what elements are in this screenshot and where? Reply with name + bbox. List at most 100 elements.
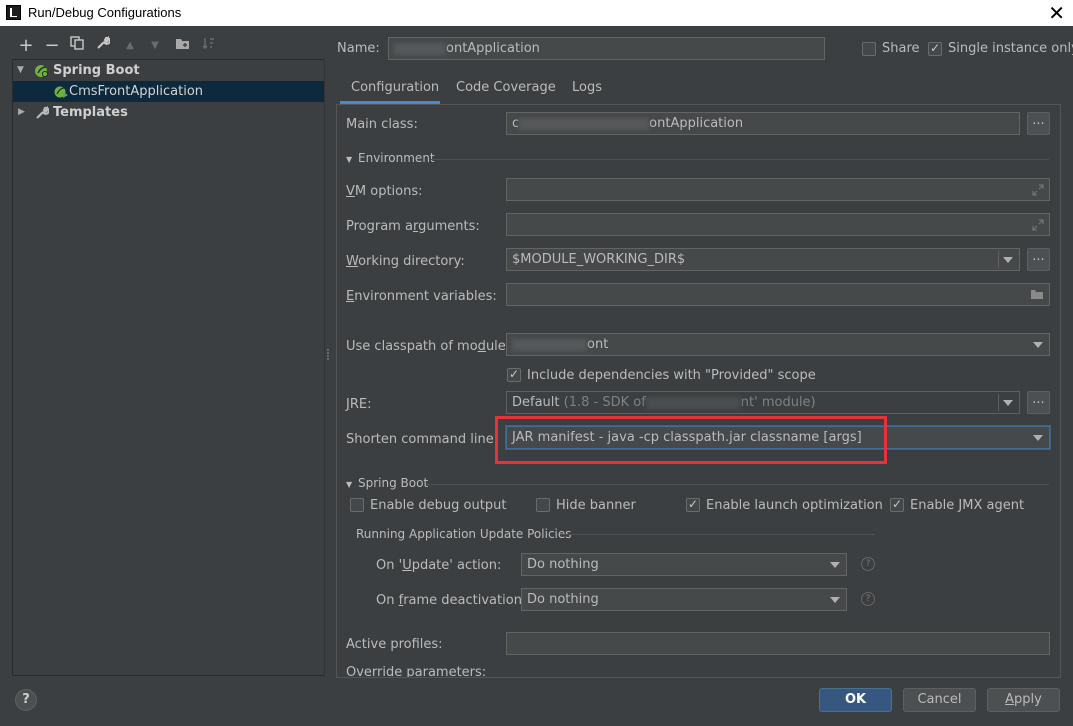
tree-label-cms-front-application: CmsFrontApplication [69, 84, 204, 99]
move-up-icon[interactable]: ▲ [121, 36, 139, 56]
main-class-label: Main class: [346, 117, 418, 132]
tab-logs[interactable]: Logs [572, 80, 602, 104]
wrench-icon [35, 105, 50, 127]
classpath-module-label: Use classpath of module: [346, 339, 511, 354]
section-divider [560, 534, 875, 535]
chevron-down-icon[interactable] [830, 562, 840, 568]
main-class-field[interactable]: c ontApplication [506, 112, 1020, 135]
hide-banner-checkbox[interactable] [536, 498, 550, 512]
tab-configuration[interactable]: Configuration [340, 80, 440, 104]
tab-code-coverage[interactable]: Code Coverage [456, 80, 556, 104]
chevron-down-icon[interactable] [1033, 342, 1043, 348]
active-profiles-label: Active profiles: [346, 637, 443, 652]
environment-collapse-icon[interactable]: ▼ [346, 155, 352, 164]
tree-node-spring-boot[interactable]: ▼ Spring Boot [13, 60, 324, 81]
blurred-redaction [512, 338, 587, 351]
tree-label-templates: Templates [53, 105, 128, 120]
tree-node-templates[interactable]: ▶ Templates [13, 102, 324, 123]
enable-debug-output-label: Enable debug output [370, 498, 507, 513]
main-class-value: ontApplication [649, 116, 744, 131]
configuration-tree[interactable]: ▼ Spring Boot CmsFrontApplication ▶ Temp… [12, 59, 325, 676]
working-directory-field[interactable]: $MODULE_WORKING_DIR$ [506, 248, 1020, 271]
folder-icon[interactable] [1030, 289, 1044, 304]
tree-label-spring-boot: Spring Boot [53, 63, 140, 78]
vm-options-label: VM options: [346, 184, 423, 199]
apply-label: pply [1014, 692, 1042, 707]
blurred-redaction [519, 117, 650, 130]
working-directory-value: $MODULE_WORKING_DIR$ [512, 252, 686, 267]
on-frame-deactivation-label: On frame deactivation: [376, 593, 527, 608]
name-value: ontApplication [446, 41, 540, 56]
enable-debug-output-checkbox[interactable] [350, 498, 364, 512]
intellij-app-icon [6, 5, 21, 20]
program-arguments-field[interactable] [506, 213, 1050, 236]
splitter-handle[interactable] [326, 348, 330, 362]
enable-jmx-agent-label: Enable JMX agent [910, 498, 1025, 513]
section-divider [426, 484, 1049, 485]
single-instance-checkbox[interactable] [928, 41, 942, 56]
include-dependencies-label: Include dependencies with "Provided" sco… [527, 368, 816, 383]
enable-launch-optimization-label: Enable launch optimization [706, 498, 883, 513]
chevron-down-icon[interactable] [1033, 435, 1043, 441]
chevron-down-icon[interactable] [830, 597, 840, 603]
enable-launch-optimization-checkbox[interactable] [686, 497, 700, 512]
configuration-panel: Main class: c ontApplication ... ▼ Enviro… [336, 104, 1061, 678]
update-policies-title: Running Application Update Policies [356, 527, 572, 541]
main-class-prefix: c [512, 116, 520, 131]
classpath-module-dropdown[interactable]: ont [506, 333, 1050, 356]
help-button[interactable]: ? [15, 689, 37, 711]
on-update-action-value: Do nothing [527, 557, 599, 572]
remove-configuration-button[interactable]: − [43, 36, 61, 56]
sort-icon[interactable] [199, 36, 217, 56]
cancel-button[interactable]: Cancel [903, 688, 976, 712]
chevron-down-icon[interactable] [1003, 400, 1013, 406]
main-class-browse-button[interactable]: ... [1027, 112, 1050, 135]
blurred-redaction [645, 396, 741, 409]
ok-button[interactable]: OK [819, 688, 892, 712]
chevron-down-icon[interactable] [1003, 257, 1013, 263]
jre-value: Default [512, 395, 560, 410]
add-configuration-button[interactable]: + [17, 36, 35, 56]
jre-detail-b: nt' module) [740, 395, 816, 410]
section-divider [431, 159, 1049, 160]
name-field[interactable]: ontApplication [388, 37, 825, 60]
shorten-command-line-label: Shorten command line: [346, 432, 499, 447]
collapse-arrow-icon[interactable]: ▶ [18, 102, 25, 123]
help-question-icon[interactable]: ? [861, 557, 875, 571]
hide-banner-label: Hide banner [556, 498, 636, 513]
title-bar: Run/Debug Configurations ✕ [0, 0, 1073, 26]
share-checkbox[interactable] [862, 42, 876, 56]
wrench-icon[interactable] [94, 35, 112, 56]
close-icon[interactable]: ✕ [1048, 1, 1065, 25]
share-label: Share [882, 41, 920, 56]
override-parameters-label: Override parameters: [346, 665, 487, 678]
enable-jmx-agent-checkbox[interactable] [890, 497, 904, 512]
highlight-annotation-box [495, 416, 887, 464]
expand-arrow-icon[interactable]: ▼ [17, 60, 24, 81]
window-title: Run/Debug Configurations [28, 5, 182, 20]
expand-field-icon[interactable] [1032, 219, 1044, 231]
spring-boot-collapse-icon[interactable]: ▼ [346, 480, 352, 489]
tree-node-cms-front-application[interactable]: CmsFrontApplication [13, 81, 324, 102]
vm-options-field[interactable] [506, 178, 1050, 201]
environment-section-title: Environment [358, 151, 435, 165]
single-instance-label: Single instance only [948, 41, 1073, 56]
include-dependencies-checkbox[interactable] [507, 367, 521, 382]
on-frame-deactivation-value: Do nothing [527, 592, 599, 607]
on-update-action-label: On 'Update' action: [376, 558, 502, 573]
expand-field-icon[interactable] [1032, 184, 1044, 196]
folder-icon[interactable] [173, 36, 191, 56]
on-update-action-dropdown[interactable]: Do nothing [521, 553, 847, 576]
name-label: Name: [337, 41, 380, 56]
jre-dropdown[interactable]: Default (1.8 - SDK of nt' module) [506, 391, 1020, 414]
on-frame-deactivation-dropdown[interactable]: Do nothing [521, 588, 847, 611]
move-down-icon[interactable]: ▼ [146, 36, 164, 56]
copy-icon[interactable] [68, 36, 86, 56]
help-question-icon[interactable]: ? [861, 592, 875, 606]
working-directory-browse-button[interactable]: ... [1027, 248, 1050, 271]
active-profiles-field[interactable] [506, 632, 1050, 655]
jre-label: JRE: [346, 397, 372, 412]
environment-variables-field[interactable] [506, 283, 1050, 306]
apply-button[interactable]: Apply [987, 688, 1060, 712]
jre-browse-button[interactable]: ... [1027, 391, 1050, 414]
